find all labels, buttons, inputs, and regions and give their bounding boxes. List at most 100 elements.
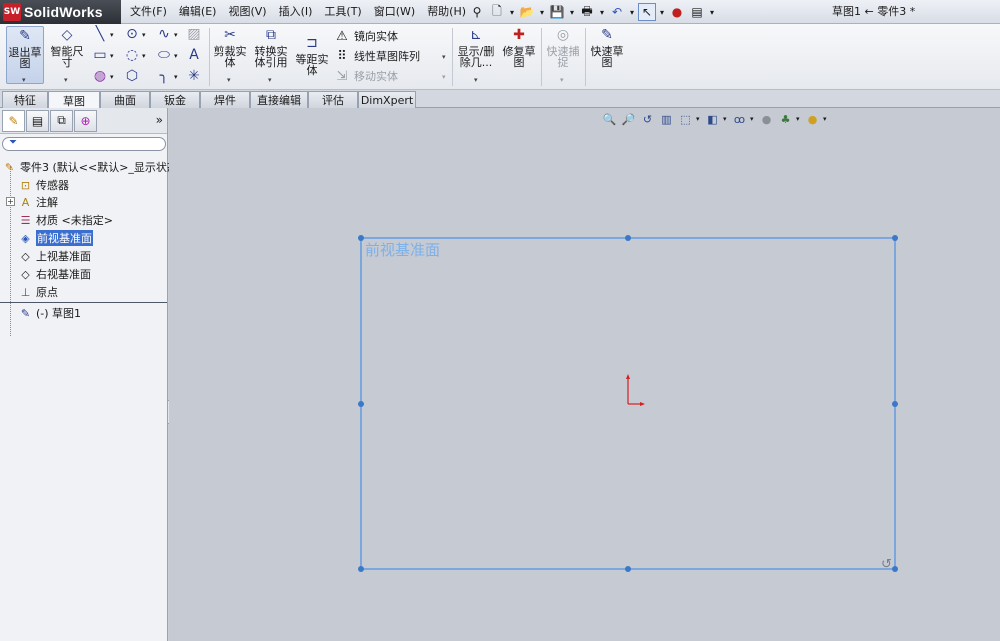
- save-icon[interactable]: 💾: [548, 3, 566, 21]
- tree-item-annotations[interactable]: A 注解: [18, 193, 58, 211]
- chevron-down-icon[interactable]: ▾: [598, 8, 606, 17]
- chevron-down-icon[interactable]: ▾: [442, 53, 446, 61]
- chevron-down-icon[interactable]: ▾: [538, 8, 546, 17]
- menu-view[interactable]: 视图(V): [222, 0, 272, 24]
- configuration-manager-tab-icon[interactable]: ⧉: [50, 109, 73, 132]
- move-entities-button[interactable]: ⇲ 移动实体: [334, 67, 398, 85]
- tree-item-right-plane[interactable]: ◇ 右视基准面: [18, 265, 91, 283]
- pin-icon[interactable]: ⚲: [468, 3, 486, 21]
- tab-surfaces[interactable]: 曲面: [100, 91, 150, 108]
- menu-window[interactable]: 窗口(W): [368, 0, 421, 24]
- tab-direct-editing[interactable]: 直接编辑: [250, 91, 308, 108]
- text-icon[interactable]: A: [186, 47, 202, 63]
- chamfer-icon[interactable]: ╮: [156, 68, 172, 84]
- chevron-down-icon[interactable]: ▾: [174, 52, 178, 60]
- point-icon[interactable]: ✳: [186, 68, 202, 84]
- chevron-down-icon[interactable]: ▾: [658, 8, 666, 17]
- line-icon[interactable]: ╲: [92, 26, 108, 42]
- undo-icon[interactable]: ↶: [608, 3, 626, 21]
- chevron-down-icon[interactable]: ▾: [110, 31, 114, 39]
- trim-icon: ✂: [224, 26, 236, 43]
- menu-insert[interactable]: 插入(I): [273, 0, 319, 24]
- sketch-point[interactable]: [892, 401, 898, 407]
- chevron-down-icon[interactable]: ▾: [560, 76, 564, 84]
- chevron-down-icon[interactable]: ▾: [268, 76, 272, 84]
- select-pointer-icon[interactable]: ↖: [638, 3, 656, 21]
- tree-item-material[interactable]: ☰ 材质 <未指定>: [18, 211, 113, 229]
- sketch-picture-icon[interactable]: ▨: [186, 26, 202, 42]
- chevron-down-icon[interactable]: ▾: [442, 73, 446, 81]
- chevron-down-icon[interactable]: ▾: [508, 8, 516, 17]
- polygon-icon[interactable]: ⬡: [124, 68, 140, 84]
- tree-root-label: 零件3 (默认<<默认>_显示状态: [20, 161, 178, 174]
- feature-manager-tab-icon[interactable]: ✎: [2, 109, 25, 132]
- property-manager-tab-icon[interactable]: ▤: [26, 109, 49, 132]
- chevron-down-icon[interactable]: ▾: [64, 76, 68, 84]
- menu-file[interactable]: 文件(F): [124, 0, 173, 24]
- solidworks-logo[interactable]: SW SolidWorks: [0, 0, 121, 24]
- rectangle-icon[interactable]: ▭: [92, 47, 108, 63]
- rollback-bar[interactable]: [0, 302, 167, 303]
- chevron-down-icon[interactable]: ▾: [708, 8, 716, 17]
- chevron-down-icon[interactable]: ▾: [142, 52, 146, 60]
- chevron-down-icon[interactable]: ▾: [568, 8, 576, 17]
- linear-pattern-button[interactable]: ⠿ 线性草图阵列: [334, 47, 420, 65]
- tab-sheet-metal[interactable]: 钣金: [150, 91, 200, 108]
- confirmation-corner-icon[interactable]: ↺: [881, 557, 892, 572]
- material-icon: ☰: [20, 213, 31, 227]
- circle-icon[interactable]: ⊙: [124, 26, 140, 42]
- tab-dimxpert[interactable]: DimXpert: [358, 91, 416, 108]
- chevron-down-icon[interactable]: ▾: [174, 73, 178, 81]
- new-document-icon[interactable]: 🗋: [488, 3, 506, 21]
- expand-plus-icon[interactable]: +: [6, 197, 15, 206]
- chevron-down-icon[interactable]: ▾: [174, 31, 178, 39]
- tab-weldments[interactable]: 焊件: [200, 91, 250, 108]
- tree-item-sensors[interactable]: ⊡ 传感器: [18, 176, 69, 194]
- mirror-entities-button[interactable]: ⚠ 镜向实体: [334, 27, 398, 45]
- tab-evaluate[interactable]: 评估: [308, 91, 358, 108]
- sketch-point[interactable]: [892, 235, 898, 241]
- chevron-down-icon[interactable]: ▾: [474, 76, 478, 84]
- repair-sketch-button[interactable]: ✚ 修复草图: [500, 26, 538, 84]
- sketch-point[interactable]: [625, 235, 631, 241]
- menu-edit[interactable]: 编辑(E): [173, 0, 223, 24]
- tree-item-sketch1[interactable]: ✎ (-) 草图1: [18, 304, 81, 322]
- tree-root-part[interactable]: ✎ 零件3 (默认<<默认>_显示状态: [2, 158, 178, 176]
- app-name: SolidWorks: [24, 4, 103, 20]
- sketch-point[interactable]: [625, 566, 631, 572]
- rebuild-traffic-light-icon[interactable]: ●: [668, 3, 686, 21]
- chevron-down-icon[interactable]: ▾: [227, 76, 231, 84]
- arc-icon[interactable]: ◌: [124, 47, 140, 63]
- chevron-down-icon[interactable]: ▾: [142, 31, 146, 39]
- fillet-icon[interactable]: ◍: [92, 68, 108, 84]
- tree-filter-input[interactable]: ⏷: [2, 137, 166, 151]
- chevron-down-icon[interactable]: ▾: [110, 73, 114, 81]
- sketch-entities-group: ╲ ▾ ⊙ ▾ ∿ ▾ ▨ ▭ ▾ ◌ ▾ ⬭ ▾ A ◍ ▾ ⬡ ╮ ▾ ✳: [90, 26, 208, 88]
- tab-sketch[interactable]: 草图: [48, 91, 100, 109]
- tree-item-top-plane[interactable]: ◇ 上视基准面: [18, 247, 91, 265]
- offset-entities-button[interactable]: ⊐ 等距实体: [294, 26, 330, 84]
- sketch-point[interactable]: [358, 235, 364, 241]
- sketch-point[interactable]: [892, 566, 898, 572]
- menu-help[interactable]: 帮助(H): [421, 0, 472, 24]
- print-icon[interactable]: 🖶: [578, 3, 596, 21]
- chevron-down-icon[interactable]: ▾: [628, 8, 636, 17]
- panel-tabs: ✎ ▤ ⧉ ⊕ »: [0, 108, 167, 134]
- graphics-area[interactable]: 🔍 🔎 ↺ ▥ ⬚ ▾ ◧ ▾ ꝏ ▾ ● ♣ ▾ ● ▾ 前视基准面 ↺: [169, 108, 1000, 641]
- dimxpert-manager-tab-icon[interactable]: ⊕: [74, 109, 97, 132]
- toolbar-separator: [209, 28, 210, 86]
- panel-expand-icon[interactable]: »: [156, 113, 163, 127]
- rapid-sketch-button[interactable]: ✎ 快速草图: [588, 26, 626, 84]
- open-folder-icon[interactable]: 📂: [518, 3, 536, 21]
- sketch-point[interactable]: [358, 566, 364, 572]
- chevron-down-icon[interactable]: ▾: [22, 76, 26, 84]
- ellipse-icon[interactable]: ⬭: [156, 47, 172, 63]
- menu-tools[interactable]: 工具(T): [318, 0, 367, 24]
- tab-features[interactable]: 特征: [2, 91, 48, 108]
- tree-item-front-plane[interactable]: ◈ 前视基准面: [18, 229, 93, 247]
- tree-item-origin[interactable]: ⊥ 原点: [18, 283, 58, 301]
- sketch-point[interactable]: [358, 401, 364, 407]
- spline-icon[interactable]: ∿: [156, 26, 172, 42]
- chevron-down-icon[interactable]: ▾: [110, 52, 114, 60]
- options-icon[interactable]: ▤: [688, 3, 706, 21]
